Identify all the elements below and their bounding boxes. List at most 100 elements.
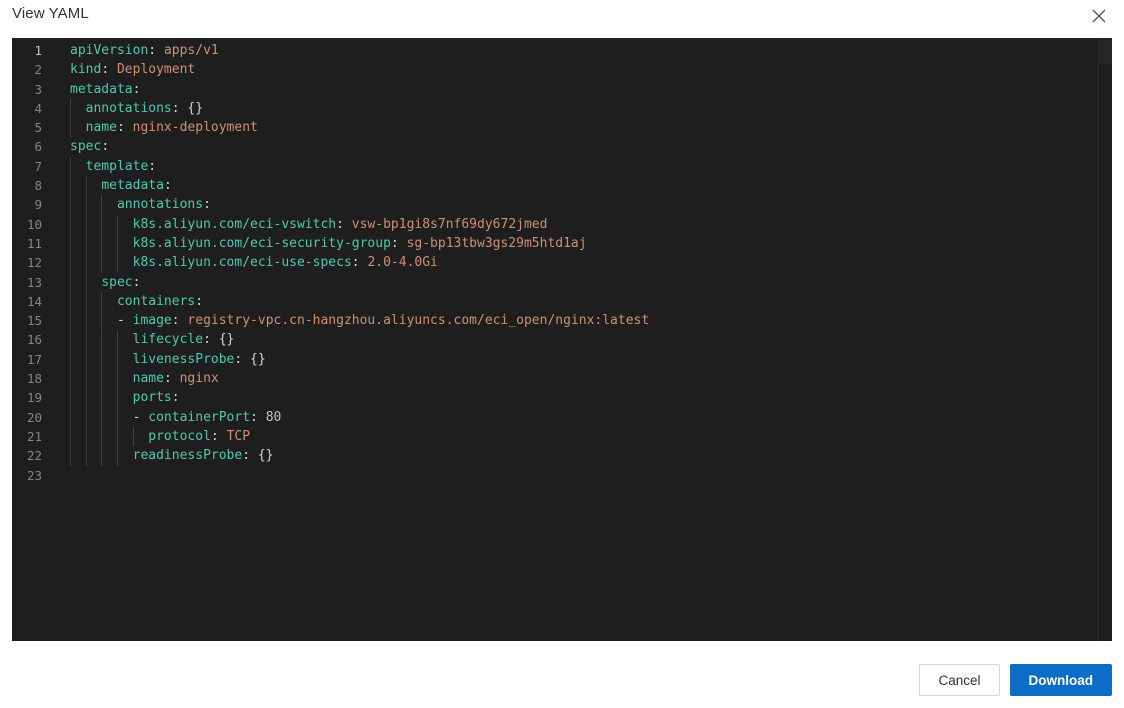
- close-icon: [1092, 9, 1106, 23]
- view-yaml-dialog: View YAML 1 apiVersion: apps/v1 2 kind: Dep…: [0, 0, 1124, 708]
- line-content: containers:: [56, 292, 1112, 311]
- line-number: 23: [26, 467, 42, 483]
- line-content: lifecycle: {}: [56, 330, 1112, 349]
- token: kind: [70, 62, 102, 78]
- dialog-header: View YAML: [0, 0, 1124, 38]
- line-number: 7: [34, 158, 42, 174]
- dialog-footer: Cancel Download: [0, 641, 1124, 708]
- line-content: annotations: {}: [56, 99, 1112, 118]
- token: :: [171, 390, 180, 406]
- line-number: 6: [34, 139, 42, 155]
- code-line[interactable]: 12 k8s.aliyun.com/eci-use-specs: 2.0-4.0…: [12, 253, 1112, 272]
- code-line[interactable]: 14 containers:: [12, 292, 1112, 311]
- code-line[interactable]: 17 livenessProbe: {}: [12, 350, 1112, 369]
- code-line[interactable]: 18 name: nginx: [12, 369, 1112, 388]
- line-number: 8: [34, 178, 42, 194]
- token: protocol: [148, 428, 211, 444]
- code-line[interactable]: 4 annotations: {}: [12, 99, 1112, 118]
- token: :: [171, 313, 188, 329]
- line-number: 9: [34, 197, 42, 213]
- footer-button-group: Cancel Download: [919, 664, 1112, 696]
- code-line[interactable]: 19 ports:: [12, 388, 1112, 407]
- code-line[interactable]: 6 spec:: [12, 137, 1112, 156]
- code-line[interactable]: 5 name: nginx-deployment: [12, 118, 1112, 137]
- token: :: [148, 158, 157, 174]
- yaml-code-editor[interactable]: 1 apiVersion: apps/v1 2 kind: Deployment 3 me…: [12, 38, 1112, 641]
- token: :: [163, 371, 180, 387]
- token: metadata: [70, 81, 133, 97]
- token: :: [132, 274, 141, 290]
- page-title: View YAML: [12, 5, 89, 22]
- code-line[interactable]: 23: [12, 466, 1112, 485]
- line-content: k8s.aliyun.com/eci-vswitch: vsw-bp1gi8s7…: [56, 215, 1112, 234]
- code-line[interactable]: 21 protocol: TCP: [12, 427, 1112, 446]
- token: spec: [70, 139, 102, 155]
- code-line[interactable]: 15 - image: registry-vpc.cn-hangzhou.ali…: [12, 311, 1112, 330]
- line-content: spec:: [56, 137, 1112, 156]
- token: -: [70, 409, 149, 425]
- cancel-button[interactable]: Cancel: [919, 664, 1000, 696]
- line-content: kind: Deployment: [56, 60, 1112, 79]
- token: 2.0-4.0Gi: [367, 255, 438, 271]
- token: k8s.aliyun.com/eci-vswitch: [132, 216, 337, 232]
- line-number: 1: [34, 43, 42, 58]
- line-content: - image: registry-vpc.cn-hangzhou.aliyun…: [56, 311, 1112, 330]
- line-number: 22: [26, 448, 42, 464]
- token: ports: [132, 390, 172, 406]
- token: :: [163, 178, 172, 194]
- code-line[interactable]: 2 kind: Deployment: [12, 60, 1112, 79]
- code-line[interactable]: 7 template:: [12, 157, 1112, 176]
- line-content: spec:: [56, 273, 1112, 292]
- token: image: [132, 313, 172, 329]
- code-line[interactable]: 20 - containerPort: 80: [12, 408, 1112, 427]
- token: readinessProbe: [132, 448, 243, 464]
- code-line[interactable]: 3 metadata:: [12, 80, 1112, 99]
- code-line[interactable]: 9 annotations:: [12, 195, 1112, 214]
- close-button[interactable]: [1080, 0, 1118, 32]
- token: TCP: [226, 428, 251, 444]
- token: name: [85, 120, 117, 136]
- token: containerPort: [148, 409, 251, 425]
- token: :: [195, 293, 204, 309]
- code-line[interactable]: 8 metadata:: [12, 176, 1112, 195]
- line-number: 12: [26, 255, 42, 271]
- token: :: [203, 197, 211, 213]
- token: annotations: [116, 197, 204, 213]
- token: lifecycle: [132, 332, 204, 348]
- code-line[interactable]: 13 spec:: [12, 273, 1112, 292]
- line-content: name: nginx-deployment: [56, 118, 1112, 137]
- code-line[interactable]: 22 readinessProbe: {}: [12, 446, 1112, 465]
- token: :: [336, 216, 352, 232]
- download-button[interactable]: Download: [1009, 664, 1112, 696]
- token: metadata: [101, 178, 164, 194]
- token: template: [85, 158, 149, 174]
- line-number: 15: [26, 313, 42, 329]
- code-line[interactable]: 16 lifecycle: {}: [12, 330, 1112, 349]
- token: :: [148, 43, 164, 58]
- line-number: 13: [26, 274, 42, 290]
- token: :: [101, 62, 117, 78]
- line-number: 2: [34, 62, 42, 78]
- token: Deployment: [116, 62, 196, 78]
- code-line[interactable]: 1 apiVersion: apps/v1: [12, 41, 1112, 60]
- token: annotations: [85, 100, 172, 116]
- token: 80: [265, 409, 282, 425]
- token: :: [101, 139, 110, 155]
- code-line[interactable]: 11 k8s.aliyun.com/eci-security-group: sg…: [12, 234, 1112, 253]
- token: :: [390, 235, 407, 251]
- token: : {}: [242, 448, 274, 464]
- code-line[interactable]: 10 k8s.aliyun.com/eci-vswitch: vsw-bp1gi…: [12, 215, 1112, 234]
- token: k8s.aliyun.com/eci-security-group: [132, 235, 391, 251]
- line-number: 11: [26, 235, 42, 251]
- line-content: name: nginx: [56, 369, 1112, 388]
